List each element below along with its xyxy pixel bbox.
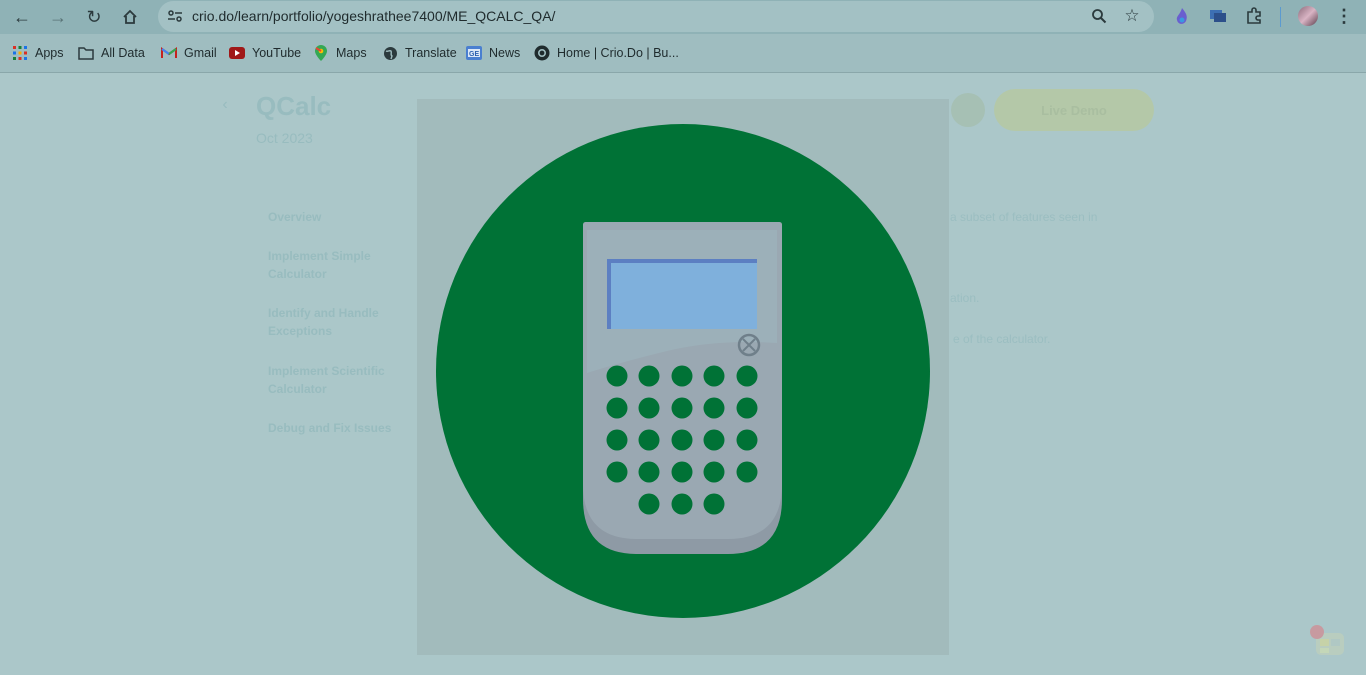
bookmark-label: News bbox=[489, 46, 521, 60]
page-title: QCalc bbox=[256, 91, 332, 121]
bookmark-label: Translate bbox=[405, 46, 457, 60]
home-icon[interactable] bbox=[117, 4, 143, 30]
bookmark-label: All Data bbox=[101, 46, 145, 60]
folder-icon bbox=[78, 45, 94, 61]
svg-text:GE: GE bbox=[469, 51, 479, 58]
project-date: Oct 2023 bbox=[256, 130, 313, 146]
forward-icon[interactable]: → bbox=[45, 4, 71, 30]
youtube-icon bbox=[229, 45, 245, 61]
bookmark-youtube[interactable]: YouTube bbox=[229, 44, 301, 62]
url-text[interactable]: crio.do/learn/portfolio/yogeshrathee7400… bbox=[192, 8, 555, 24]
menu-kebab-icon[interactable]: ⋮ bbox=[1333, 5, 1355, 27]
extension-screens-icon[interactable] bbox=[1207, 5, 1229, 27]
live-demo-button[interactable]: Live Demo bbox=[994, 89, 1154, 131]
bookmark-label: Home | Crio.Do | Bu... bbox=[557, 46, 679, 60]
apps-grid-icon bbox=[12, 45, 28, 61]
extensions-puzzle-icon[interactable] bbox=[1243, 5, 1265, 27]
maps-pin-icon bbox=[313, 45, 329, 61]
content-text: ation. bbox=[950, 291, 980, 305]
bookmarks-bar: Apps All Data Gmail YouTube Maps Transla… bbox=[0, 34, 1366, 73]
content-text: e of the calculator. bbox=[953, 332, 1051, 346]
bookmark-label: YouTube bbox=[252, 46, 302, 60]
bookmark-translate[interactable]: Translate bbox=[382, 44, 457, 62]
site-settings-icon[interactable] bbox=[164, 5, 186, 27]
globe-icon bbox=[382, 45, 398, 61]
browser-toolbar: ← → ↻ crio.do/learn/portfolio/yogeshrath… bbox=[0, 0, 1366, 34]
bookmark-maps[interactable]: Maps bbox=[313, 44, 367, 62]
sidebar-item-exceptions[interactable]: Identify and Handle Exceptions bbox=[268, 304, 408, 340]
crio-logo-icon bbox=[534, 45, 550, 61]
content-text: a subset of features seen in bbox=[950, 210, 1098, 224]
calculator-icon bbox=[436, 124, 930, 618]
share-button[interactable] bbox=[951, 93, 985, 127]
avatar[interactable] bbox=[1297, 5, 1319, 27]
sidebar-item-scientific-calculator[interactable]: Implement Scientific Calculator bbox=[268, 362, 408, 398]
bookmark-label: Gmail bbox=[184, 46, 217, 60]
gmail-icon bbox=[161, 45, 177, 61]
news-icon: GE bbox=[466, 45, 482, 61]
bookmark-apps[interactable]: Apps bbox=[12, 44, 64, 62]
bookmark-all-data[interactable]: All Data bbox=[78, 44, 145, 62]
zoom-icon[interactable] bbox=[1088, 5, 1110, 27]
bookmark-label: Maps bbox=[336, 46, 367, 60]
chevron-left-icon[interactable]: ‹ bbox=[210, 90, 240, 120]
image-modal bbox=[417, 99, 949, 655]
back-icon[interactable]: ← bbox=[9, 4, 35, 30]
bookmark-gmail[interactable]: Gmail bbox=[161, 44, 217, 62]
address-bar[interactable]: crio.do/learn/portfolio/yogeshrathee7400… bbox=[158, 1, 1154, 32]
star-icon[interactable]: ☆ bbox=[1121, 5, 1143, 27]
sidebar-item-simple-calculator[interactable]: Implement Simple Calculator bbox=[268, 247, 408, 283]
toolbar-divider bbox=[1280, 7, 1281, 27]
sidebar-item-overview[interactable]: Overview bbox=[268, 208, 408, 226]
bookmark-label: Apps bbox=[35, 46, 64, 60]
extension-flame-icon[interactable] bbox=[1171, 5, 1193, 27]
chat-widget[interactable] bbox=[1306, 623, 1352, 663]
sidebar-item-debug[interactable]: Debug and Fix Issues bbox=[268, 419, 408, 437]
bookmark-crio-home[interactable]: Home | Crio.Do | Bu... bbox=[534, 44, 679, 62]
bookmark-news[interactable]: GE News bbox=[466, 44, 520, 62]
reload-icon[interactable]: ↻ bbox=[81, 4, 107, 30]
